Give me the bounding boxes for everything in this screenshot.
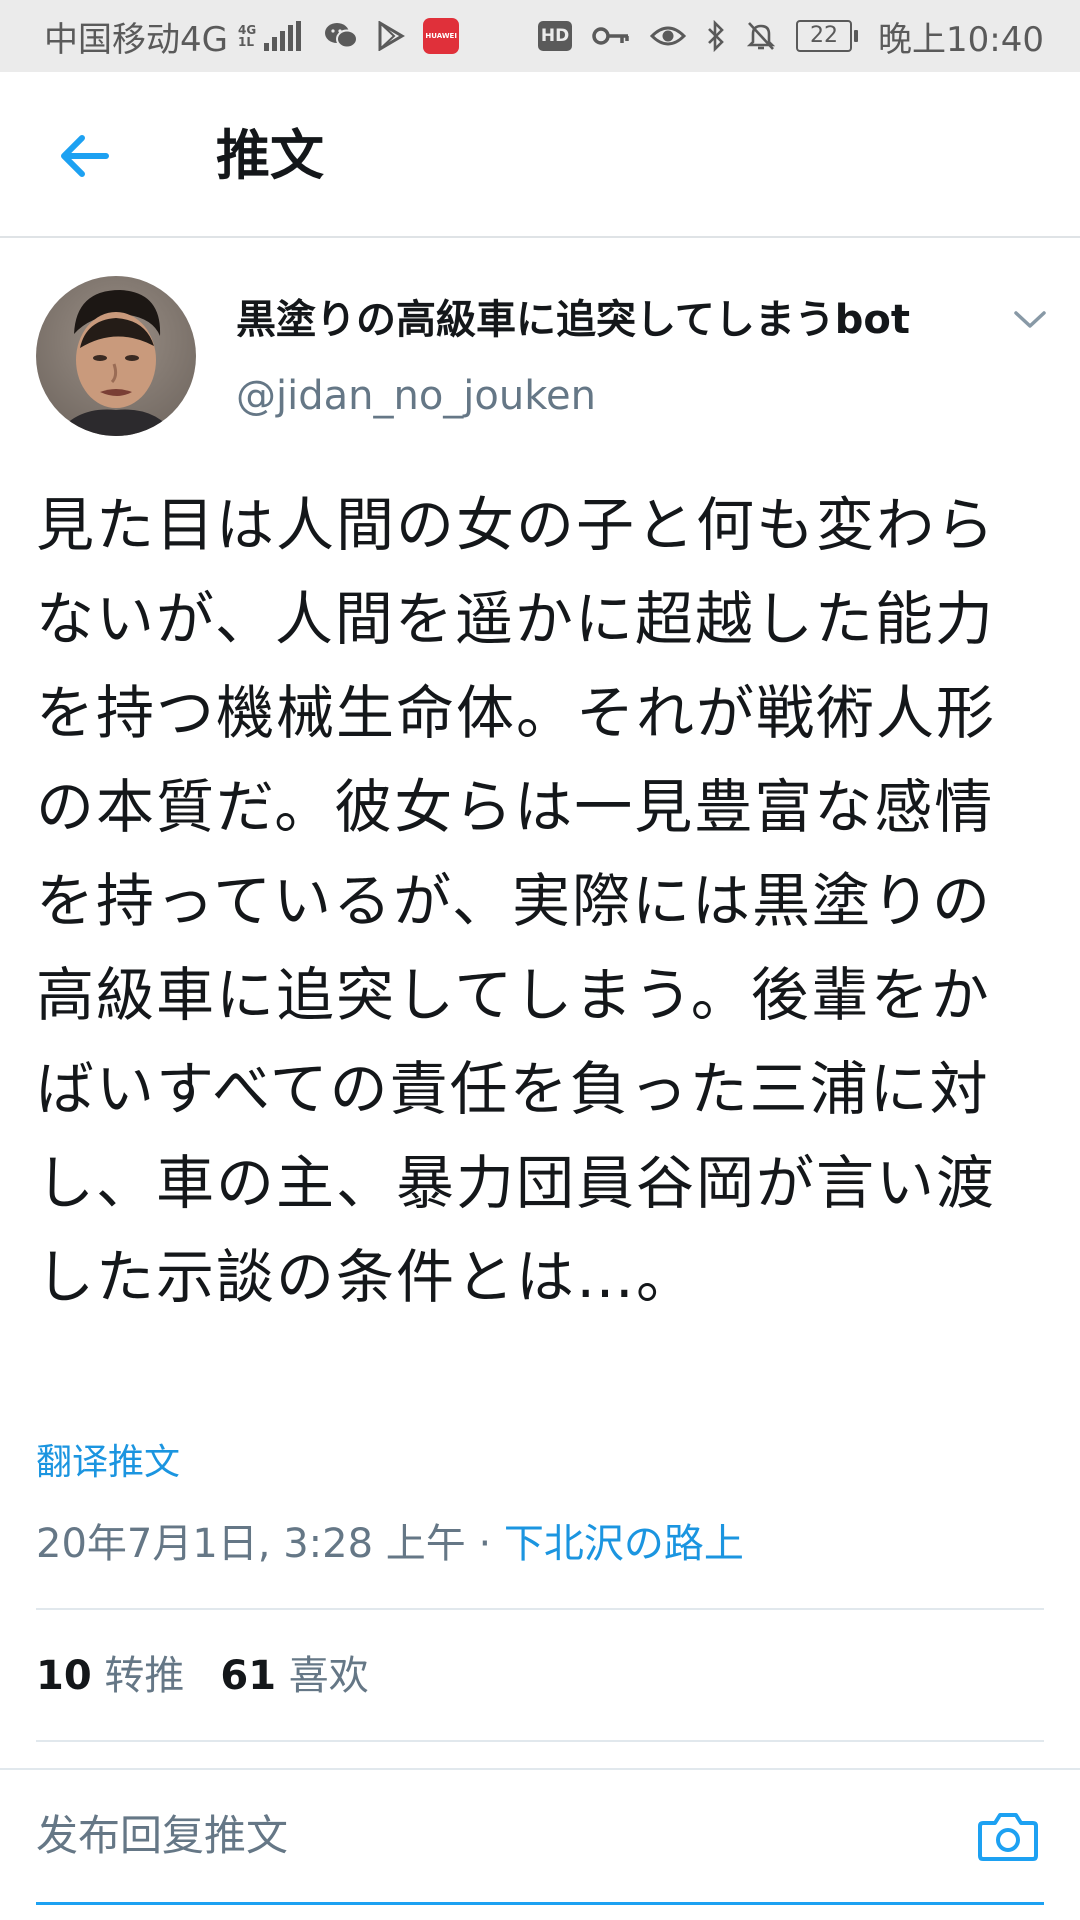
tweet-meta: 20年7月1日, 3:28 上午 · 下北沢の路上 (36, 1516, 744, 1572)
huawei-appgallery-icon: HUAWEI (423, 18, 460, 54)
battery-icon: 22 (796, 20, 859, 52)
chevron-down-icon (1014, 311, 1046, 328)
back-button[interactable] (52, 124, 116, 188)
reply-bar: 发布回复推文 (0, 1770, 1080, 1920)
eye-icon (650, 22, 687, 50)
carrier-label: 中国移动4G (44, 19, 228, 60)
avatar-image (36, 276, 196, 436)
reply-input[interactable]: 发布回复推文 (36, 1808, 288, 1864)
mute-bell-icon (746, 20, 776, 52)
likes-stat[interactable]: 61 喜欢 (220, 1653, 368, 1699)
page-title: 推文 (216, 124, 324, 187)
author-handle[interactable]: @jidan_no_jouken (236, 368, 596, 424)
reply-input-underline (36, 1902, 1044, 1905)
signal-icon (264, 21, 302, 51)
retweets-stat[interactable]: 10 转推 (36, 1653, 184, 1699)
top-app-bar: 推文 (0, 72, 1080, 238)
tweet-text: 見た目は人間の女の子と何も変わらないが、人間を遥かに超越した能力を持つ機械生命体… (36, 491, 997, 1311)
hd-icon: HD (538, 21, 573, 51)
likes-label: 喜欢 (288, 1653, 369, 1699)
clock: 晚上10:40 (878, 19, 1044, 60)
status-bar: 中国移动4G 4G 1L HUAWEI HD 22 晚上10:40 (0, 0, 1080, 72)
back-arrow-icon (61, 135, 109, 177)
author-avatar[interactable] (36, 276, 196, 436)
tweet-timestamp: 20年7月1日, 3:28 上午 (36, 1521, 466, 1567)
author-display-name[interactable]: 黒塗りの高級車に追突してしまうbot (236, 292, 910, 348)
wechat-icon (323, 20, 359, 52)
camera-icon (978, 1813, 1038, 1861)
meta-separator: · (465, 1521, 504, 1567)
divider (36, 1740, 1044, 1742)
play-store-icon (377, 21, 406, 51)
translate-tweet-link[interactable]: 翻译推文 (36, 1436, 180, 1490)
tweet-options-button[interactable] (1010, 300, 1050, 340)
retweets-label: 转推 (104, 1653, 185, 1699)
bluetooth-icon (706, 20, 726, 52)
key-icon (592, 24, 630, 48)
tweet-stats: 10 转推 61 喜欢 (36, 1648, 369, 1704)
divider (36, 1608, 1044, 1610)
tweet-location-link[interactable]: 下北沢の路上 (504, 1521, 744, 1567)
camera-button[interactable] (976, 1804, 1040, 1868)
retweets-count: 10 (36, 1653, 92, 1699)
battery-level: 22 (796, 20, 853, 52)
network-type-indicator: 4G 1L (237, 23, 257, 49)
likes-count: 61 (220, 1653, 277, 1699)
